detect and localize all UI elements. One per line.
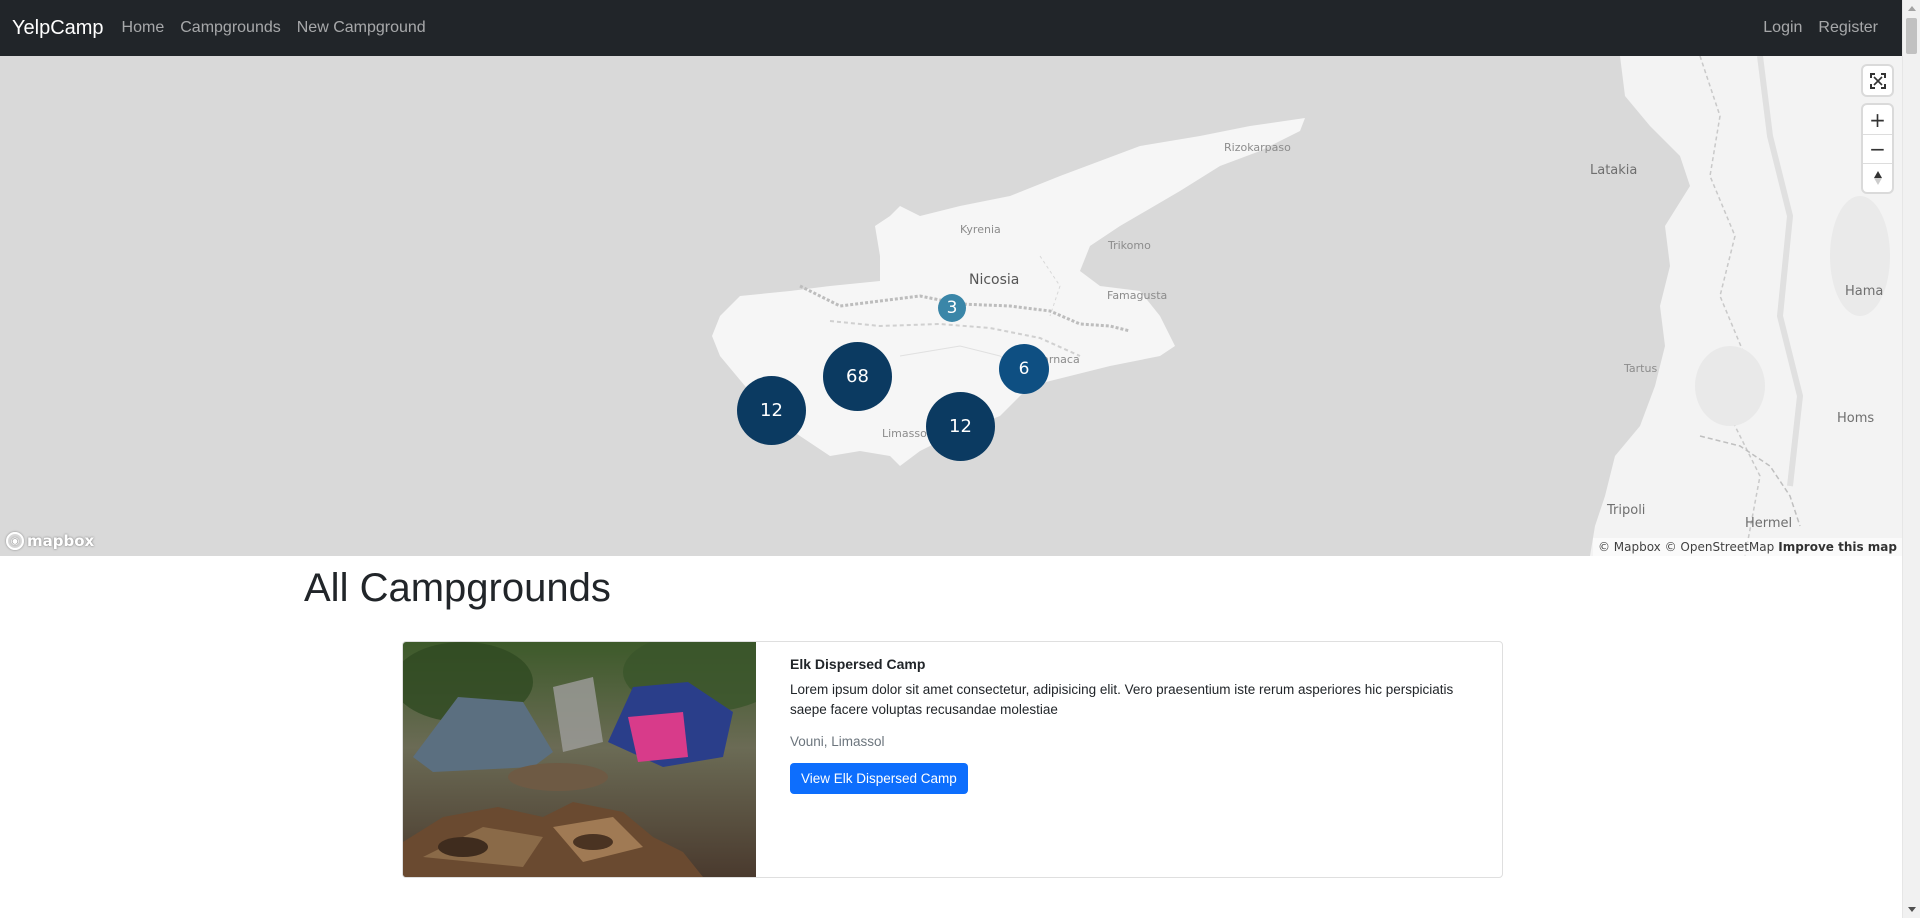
map-label-trikomo: Trikomo	[1108, 239, 1151, 252]
page-title: All Campgrounds	[304, 566, 611, 610]
map-attribution: © Mapbox © OpenStreetMap Improve this map	[1592, 538, 1902, 556]
navbar: YelpCamp Home Campgrounds New Campground…	[0, 0, 1902, 56]
nav-home-link[interactable]: Home	[114, 0, 173, 56]
map-label-hama: Hama	[1845, 284, 1884, 299]
map-label-famagusta: Famagusta	[1107, 289, 1168, 302]
map-label-latakia: Latakia	[1590, 163, 1638, 178]
mapbox-logo-text: mapbox	[27, 532, 95, 550]
zoom-in-button[interactable]: +	[1863, 105, 1892, 134]
fullscreen-control	[1863, 66, 1892, 95]
compass-button[interactable]	[1863, 163, 1892, 192]
brand-link[interactable]: YelpCamp	[12, 17, 104, 40]
cluster-marker[interactable]: 6	[999, 344, 1049, 394]
map-label-limassol: Limassol	[882, 427, 930, 440]
view-campground-button[interactable]: View Elk Dispersed Camp	[790, 763, 968, 794]
mapbox-logo[interactable]: ◉ mapbox	[6, 532, 94, 550]
cluster-marker[interactable]: 68	[823, 342, 892, 411]
cluster-map[interactable]: Rizokarpaso Kyrenia Trikomo Nicosia Fama…	[0, 56, 1902, 556]
compass-icon	[1873, 171, 1882, 185]
navigation-control: + −	[1863, 105, 1892, 192]
scroll-down-icon[interactable]	[1903, 901, 1920, 918]
fullscreen-button[interactable]	[1863, 66, 1892, 95]
scroll-up-icon[interactable]	[1903, 0, 1920, 17]
login-link[interactable]: Login	[1755, 0, 1810, 56]
map-label-tripoli: Tripoli	[1607, 503, 1646, 518]
cluster-marker[interactable]: 12	[737, 376, 806, 445]
nav-links: Home Campgrounds New Campground	[114, 0, 434, 56]
nav-new-campground-link[interactable]: New Campground	[289, 0, 434, 56]
register-link[interactable]: Register	[1810, 0, 1886, 56]
improve-map-link[interactable]: Improve this map	[1778, 540, 1897, 554]
campground-image	[403, 642, 756, 877]
zoom-out-button[interactable]: −	[1863, 134, 1892, 163]
fullscreen-icon	[1869, 72, 1886, 89]
campground-card: Elk Dispersed Camp Lorem ipsum dolor sit…	[402, 641, 1503, 878]
attribution-text[interactable]: © Mapbox © OpenStreetMap	[1598, 540, 1774, 554]
nav-campgrounds-link[interactable]: Campgrounds	[172, 0, 289, 56]
map-label-rizokarpaso: Rizokarpaso	[1224, 141, 1291, 154]
nav-auth-links: Login Register	[1755, 0, 1886, 56]
scroll-thumb[interactable]	[1906, 18, 1917, 54]
campground-card-body: Elk Dispersed Camp Lorem ipsum dolor sit…	[756, 642, 1502, 877]
map-label-homs: Homs	[1837, 411, 1875, 426]
map-label-hermel: Hermel	[1745, 516, 1793, 531]
cluster-marker[interactable]: 12	[926, 392, 995, 461]
page-scrollbar[interactable]	[1902, 0, 1920, 918]
campground-title: Elk Dispersed Camp	[790, 656, 926, 672]
campground-location: Vouni, Limassol	[790, 734, 885, 749]
map-label-nicosia: Nicosia	[969, 272, 1020, 288]
mapbox-logo-icon: ◉	[6, 532, 24, 550]
map-label-kyrenia: Kyrenia	[960, 223, 1001, 236]
cluster-marker[interactable]: 3	[938, 294, 966, 322]
map-label-tartus: Tartus	[1624, 362, 1658, 375]
campground-description: Lorem ipsum dolor sit amet consectetur, …	[790, 682, 1454, 717]
